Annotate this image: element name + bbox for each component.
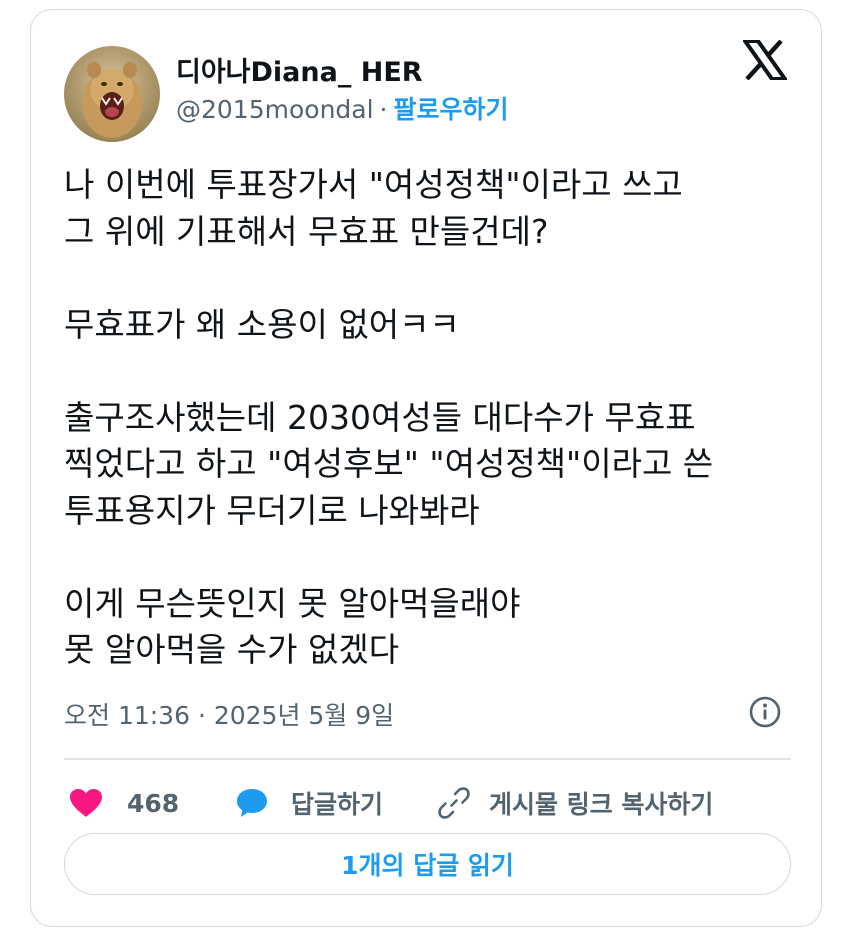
avatar[interactable] bbox=[64, 46, 160, 142]
like-button[interactable]: 468 bbox=[69, 780, 179, 826]
tweet-text: 나 이번에 투표장가서 "여성정책"이라고 쓰고 그 위에 기표해서 무효표 만… bbox=[64, 162, 804, 674]
tweet-text-line bbox=[64, 255, 804, 302]
timestamp[interactable]: 오전 11:36 · 2025년 5월 9일 bbox=[64, 696, 394, 732]
reply-label: 답글하기 bbox=[291, 790, 384, 819]
follow-button[interactable]: 팔로우하기 bbox=[394, 95, 509, 124]
tweet-text-line: 못 알아먹을 수가 없겠다 bbox=[64, 630, 400, 669]
copy-link-label: 게시물 링크 복사하기 bbox=[489, 790, 714, 819]
tweet-text-line: 찍었다고 하고 "여성후보" "여성정책"이라고 쓴 bbox=[64, 444, 714, 483]
reply-button[interactable]: 답글하기 bbox=[235, 780, 383, 826]
tweet-text-line: 투표용지가 무더기로 나와봐라 bbox=[64, 490, 480, 530]
link-icon bbox=[438, 787, 470, 819]
handle-row: @2015moondal · 팔로우하기 bbox=[176, 90, 509, 126]
handle[interactable]: @2015moondal bbox=[176, 95, 374, 124]
lion-avatar-image bbox=[64, 46, 160, 142]
like-count: 468 bbox=[127, 788, 180, 818]
divider bbox=[64, 758, 791, 760]
tweet-text-line: 이게 무슨뜻인지 못 알아먹을래야 bbox=[64, 583, 521, 623]
tweet-text-line: 무효표가 왜 소용이 없어ㅋㅋ bbox=[64, 304, 460, 344]
info-icon[interactable] bbox=[748, 695, 782, 729]
heart-icon bbox=[70, 789, 102, 817]
copy-link-button[interactable]: 게시물 링크 복사하기 bbox=[437, 780, 713, 826]
read-replies-button[interactable]: 1개의 답글 읽기 bbox=[64, 833, 791, 895]
speech-bubble-icon bbox=[237, 789, 267, 817]
action-bar: 468 답글하기 게시물 링크 복사하기 bbox=[31, 780, 821, 826]
tweet-text-line bbox=[64, 348, 804, 395]
tweet-text-line: 출구조사했는데 2030여성들 대다수가 무효표 bbox=[64, 397, 696, 437]
separator-dot: · bbox=[379, 95, 388, 124]
tweet-text-line: 그 위에 기표해서 무효표 만들건데? bbox=[64, 211, 549, 251]
tweet-text-line: 나 이번에 투표장가서 "여성정책"이라고 쓰고 bbox=[64, 165, 683, 204]
display-name[interactable]: 디아나Diana_ HER bbox=[176, 50, 423, 89]
x-logo-icon[interactable] bbox=[741, 39, 789, 81]
tweet-card: 디아나Diana_ HER @2015moondal · 팔로우하기 나 이번에 투… bbox=[30, 9, 822, 927]
tweet-text-line bbox=[64, 534, 804, 581]
